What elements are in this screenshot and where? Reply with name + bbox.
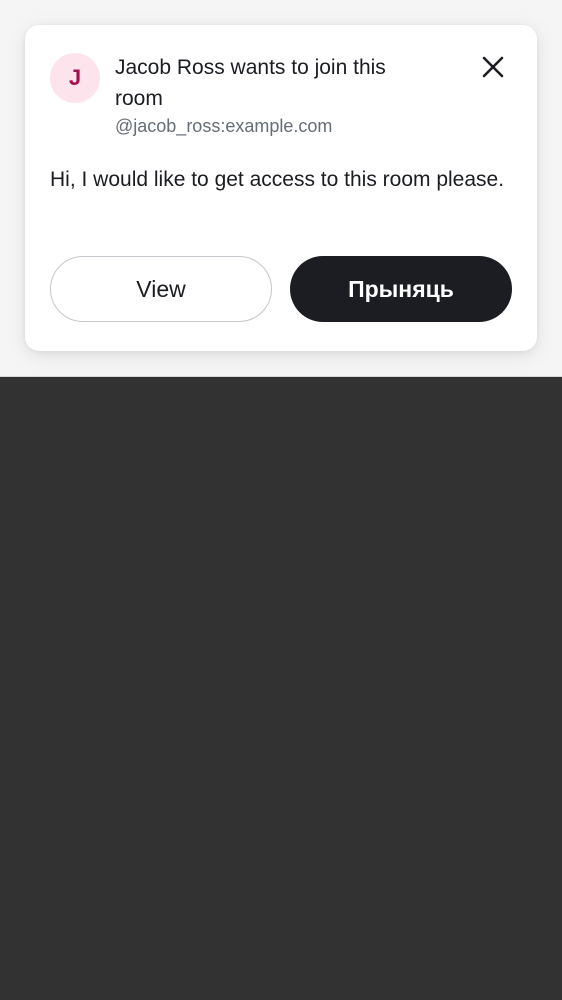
close-button[interactable] (477, 51, 509, 83)
accept-button[interactable]: Прыняць (290, 256, 512, 322)
view-button[interactable]: View (50, 256, 272, 322)
page-background-bottom (0, 377, 562, 1000)
avatar: J (50, 53, 100, 103)
user-id: @jacob_ross:example.com (115, 116, 333, 136)
close-icon (482, 56, 504, 78)
request-message: Hi, I would like to get access to this r… (50, 168, 505, 191)
join-request-card: J Jacob Ross wants to join this room @ja… (25, 25, 537, 351)
request-title: Jacob Ross wants to join this room (115, 56, 386, 110)
